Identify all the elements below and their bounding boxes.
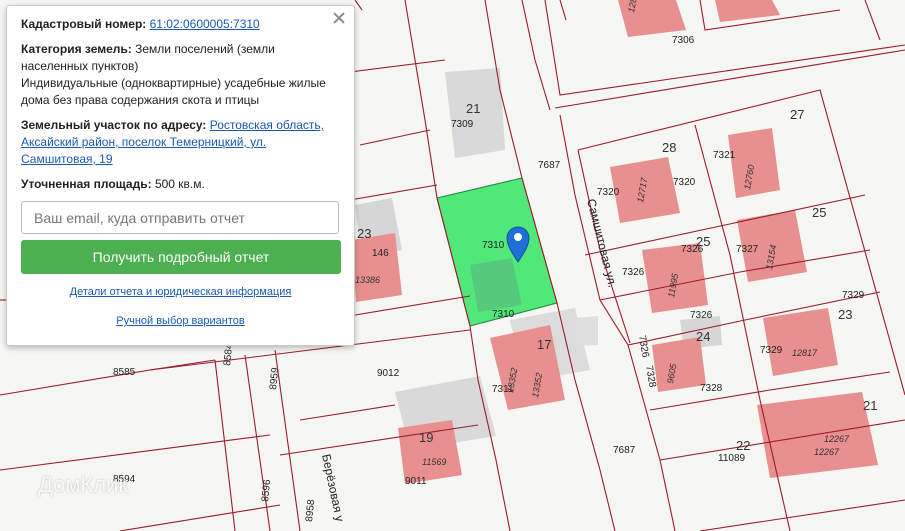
building-label: 12267 xyxy=(814,447,840,457)
house-number-22: 22 xyxy=(736,438,750,453)
parcel-label: 7306 xyxy=(672,35,695,46)
building-12817 xyxy=(763,308,838,376)
permitted-use: Индивидуальные (одноквартирные) усадебны… xyxy=(21,76,326,107)
house-number-23-right: 23 xyxy=(838,307,852,322)
parcel-label: 7328 xyxy=(700,383,723,394)
building-label: 13386 xyxy=(355,275,380,285)
report-details-link[interactable]: Детали отчета и юридическая информация xyxy=(21,284,340,301)
house-number-25-right: 25 xyxy=(812,205,826,220)
house-number-24: 24 xyxy=(696,329,710,344)
parcel-label: 7310 xyxy=(492,309,515,320)
parcel-label: 7326 xyxy=(690,310,713,321)
close-icon[interactable] xyxy=(332,11,346,25)
parcel-label: 7320 xyxy=(673,177,696,188)
parcel-label: 7326 xyxy=(681,244,704,255)
area-row: Уточненная площадь: 500 кв.м. xyxy=(21,176,340,193)
building-label: 12267 xyxy=(824,434,850,444)
cadastral-number-row: Кадастровый номер: 61:02:0600005:7310 xyxy=(21,16,340,33)
parcel-label: 11089 xyxy=(718,453,746,464)
parcel-label: 7326 xyxy=(622,267,645,278)
address-label: Земельный участок по адресу: xyxy=(21,118,207,132)
building-9605 xyxy=(652,337,706,392)
parcel-label: 7310 xyxy=(482,240,505,251)
parcel-label: 7327 xyxy=(736,244,759,255)
house-number-17: 17 xyxy=(537,337,551,352)
house-number-27: 27 xyxy=(790,107,804,122)
parcel-label: 9012 xyxy=(377,368,400,379)
building-label: 12817 xyxy=(792,348,818,358)
get-report-button[interactable]: Получить подробный отчет xyxy=(21,240,341,274)
email-input[interactable] xyxy=(21,201,339,234)
parcel-label: 7329 xyxy=(842,290,865,301)
house-number-23: 23 xyxy=(357,226,371,241)
manual-selection-link[interactable]: Ручной выбор вариантов xyxy=(21,313,340,330)
parcel-label: 7309 xyxy=(451,119,474,130)
building-label: 11569 xyxy=(422,457,446,467)
land-category-row: Категория земель: Земли поселений (земли… xyxy=(21,41,340,75)
parcel-info-popup: Кадастровый номер: 61:02:0600005:7310 Ка… xyxy=(6,5,355,346)
house-number-19: 19 xyxy=(419,430,433,445)
parcel-label: 7329 xyxy=(760,345,783,356)
building-13386 xyxy=(352,233,402,302)
building-12760 xyxy=(728,128,780,198)
domclick-watermark: ДомКлик xyxy=(38,472,129,497)
building-gray-shed xyxy=(575,316,598,346)
parcel-label: 7320 xyxy=(597,187,620,198)
house-number-21-right: 21 xyxy=(863,398,877,413)
parcel-label: 7321 xyxy=(713,150,736,161)
area-value: 500 кв.м. xyxy=(154,177,205,191)
parcel-label: 7687 xyxy=(613,445,636,456)
house-number-21: 21 xyxy=(466,101,480,116)
cadastral-number-link[interactable]: 61:02:0600005:7310 xyxy=(150,17,260,31)
cadastral-number-label: Кадастровый номер: xyxy=(21,17,147,31)
address-row: Земельный участок по адресу: Ростовская … xyxy=(21,117,340,168)
parcel-label: 9011 xyxy=(405,476,427,487)
area-label: Уточненная площадь: xyxy=(21,177,152,191)
land-category-label: Категория земель: xyxy=(21,42,132,56)
parcel-label: 146 xyxy=(372,248,389,259)
parcel-label: 7687 xyxy=(538,160,561,171)
house-number-28: 28 xyxy=(662,140,676,155)
parcel-label: 8585 xyxy=(113,367,136,378)
